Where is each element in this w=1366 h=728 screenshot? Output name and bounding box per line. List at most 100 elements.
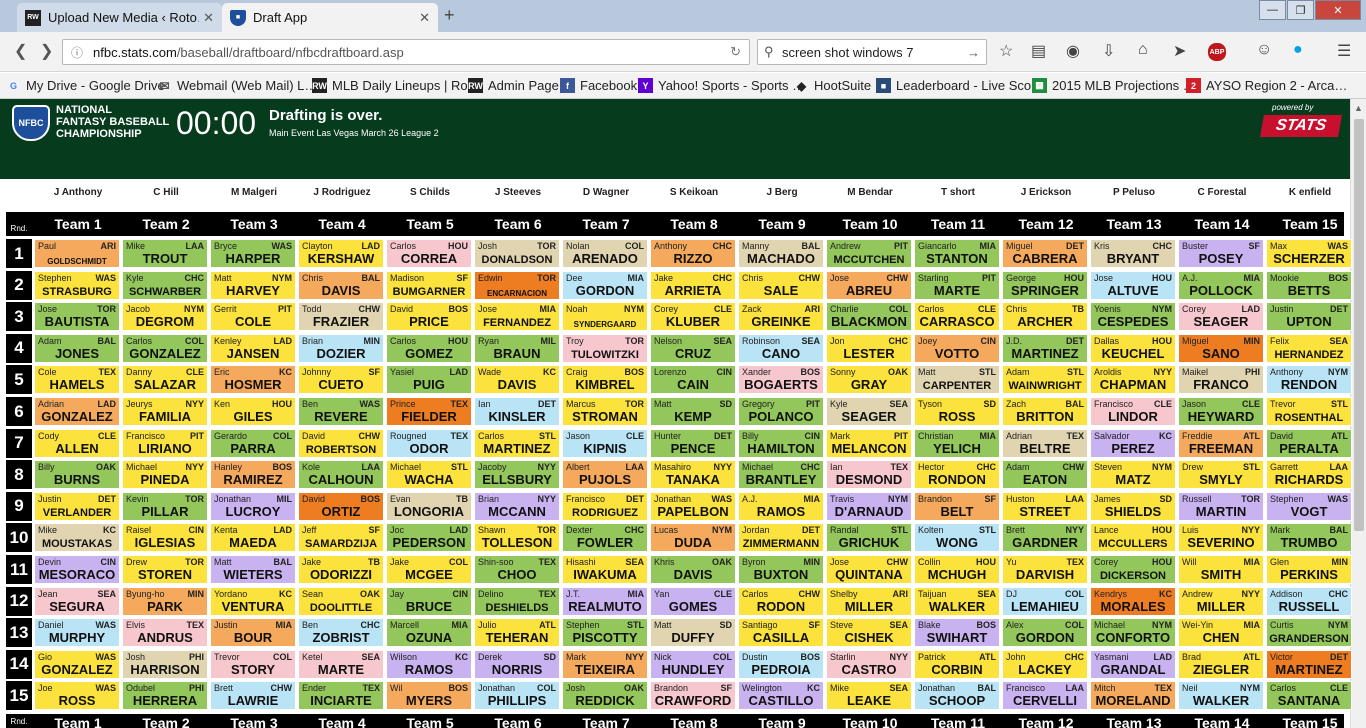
bookmark-mlb-lineups[interactable]: RW MLB Daily Lineups | Ro… (312, 78, 481, 93)
draft-pick-cell[interactable]: Zack ARI GREINKE (738, 302, 824, 332)
draft-pick-cell[interactable]: Michael CHC BRANTLEY (738, 460, 824, 490)
draft-pick-cell[interactable]: A.J. MIA POLLOCK (1178, 270, 1264, 300)
draft-pick-cell[interactable]: Rougned TEX ODOR (386, 428, 472, 458)
draft-pick-cell[interactable]: Neil NYM WALKER (1178, 681, 1264, 711)
draft-pick-cell[interactable]: Odubel PHI HERRERA (122, 681, 208, 711)
draft-pick-cell[interactable]: Ryan MIL BRAUN (474, 333, 560, 363)
draft-pick-cell[interactable]: Carlos CHW RODON (738, 586, 824, 616)
draft-pick-cell[interactable]: Mitch TEX MORELAND (1090, 681, 1176, 711)
draft-pick-cell[interactable]: Wade KC DAVIS (474, 365, 560, 395)
draft-pick-cell[interactable]: Sean OAK DOOLITTLE (298, 586, 384, 616)
draft-pick-cell[interactable]: Brandon SF CRAWFORD (650, 681, 736, 711)
team-header[interactable]: Team 5 (386, 212, 474, 236)
draft-pick-cell[interactable]: Brett NYY GARDNER (1002, 523, 1088, 553)
draft-pick-cell[interactable]: Curtis NYM GRANDERSON (1266, 618, 1352, 648)
draft-pick-cell[interactable]: Mark BAL TRUMBO (1266, 523, 1352, 553)
draft-pick-cell[interactable]: Hunter DET PENCE (650, 428, 736, 458)
draft-pick-cell[interactable]: Clayton LAD KERSHAW (298, 239, 384, 268)
draft-pick-cell[interactable]: Eric KC HOSMER (210, 365, 296, 395)
team-header[interactable]: Team 4 (298, 714, 386, 728)
draft-pick-cell[interactable]: David CHW ROBERTSON (298, 428, 384, 458)
draft-pick-cell[interactable]: Justin MIA BOUR (210, 618, 296, 648)
team-header[interactable]: Team 10 (826, 212, 914, 236)
draft-pick-cell[interactable]: Corey HOU DICKERSON (1090, 555, 1176, 584)
draft-pick-cell[interactable]: Craig BOS KIMBREL (562, 365, 648, 395)
team-header[interactable]: Team 6 (474, 714, 562, 728)
draft-pick-cell[interactable]: Francisco LAA CERVELLI (1002, 681, 1088, 711)
draft-pick-cell[interactable]: Brian MIN DOZIER (298, 333, 384, 363)
draft-pick-cell[interactable]: Wil BOS MYERS (386, 681, 472, 711)
bookmark-mlb-projections[interactable]: ▦ 2015 MLB Projections … (1032, 78, 1196, 93)
draft-pick-cell[interactable]: Jacob NYM DEGROM (122, 302, 208, 332)
draft-pick-cell[interactable]: Adrian TEX BELTRE (1002, 428, 1088, 458)
draft-pick-cell[interactable]: Sonny OAK GRAY (826, 365, 912, 395)
close-icon[interactable]: ✕ (203, 10, 214, 26)
draft-pick-cell[interactable]: Francisco CLE LINDOR (1090, 397, 1176, 426)
draft-pick-cell[interactable]: Adam STL WAINWRIGHT (1002, 365, 1088, 395)
draft-pick-cell[interactable]: Wei-Yin MIA CHEN (1178, 618, 1264, 648)
draft-pick-cell[interactable]: Jose CHW ABREU (826, 270, 912, 300)
draft-pick-cell[interactable]: Garrett LAA RICHARDS (1266, 460, 1352, 490)
draft-pick-cell[interactable]: Adrian LAD GONZALEZ (34, 397, 120, 426)
draft-pick-cell[interactable]: Kenley LAD JANSEN (210, 333, 296, 363)
team-header[interactable]: Team 14 (1178, 212, 1266, 236)
pocket-icon[interactable]: ◉ (1066, 41, 1080, 61)
team-header[interactable]: Team 15 (1266, 714, 1344, 728)
draft-pick-cell[interactable]: Matt SD KEMP (650, 397, 736, 426)
team-header[interactable]: Team 4 (298, 212, 386, 236)
draft-pick-cell[interactable]: Andrew NYY MILLER (1178, 586, 1264, 616)
draft-pick-cell[interactable]: Victor DET MARTINEZ (1266, 649, 1352, 679)
draft-pick-cell[interactable]: Ken HOU GILES (210, 397, 296, 426)
draft-pick-cell[interactable]: Jordan DET ZIMMERMANN (738, 523, 824, 553)
draft-pick-cell[interactable]: Luis NYY SEVERINO (1178, 523, 1264, 553)
draft-pick-cell[interactable]: Kevin TOR PILLAR (122, 491, 208, 521)
draft-pick-cell[interactable]: Brian NYY MCCANN (474, 491, 560, 521)
draft-pick-cell[interactable]: Anthony CHC RIZZO (650, 239, 736, 268)
draft-pick-cell[interactable]: Prince TEX FIELDER (386, 397, 472, 426)
draft-pick-cell[interactable]: David BOS PRICE (386, 302, 472, 332)
draft-pick-cell[interactable]: Mookie BOS BETTS (1266, 270, 1352, 300)
draft-pick-cell[interactable]: Mark PIT MELANCON (826, 428, 912, 458)
draft-pick-cell[interactable]: Ben CHC ZOBRIST (298, 618, 384, 648)
draft-pick-cell[interactable]: Miguel DET CABRERA (1002, 239, 1088, 268)
restore-button[interactable]: ❐ (1287, 0, 1314, 20)
draft-pick-cell[interactable]: J.D. DET MARTINEZ (1002, 333, 1088, 363)
send-icon[interactable]: ➤ (1173, 41, 1186, 61)
team-header[interactable]: Team 13 (1090, 714, 1178, 728)
draft-pick-cell[interactable]: Aroldis NYY CHAPMAN (1090, 365, 1176, 395)
draft-pick-cell[interactable]: Drew TOR STOREN (122, 555, 208, 584)
draft-pick-cell[interactable]: Brandon SF BELT (914, 491, 1000, 521)
draft-pick-cell[interactable]: Xander BOS BOGAERTS (738, 365, 824, 395)
nfbc-logo[interactable]: NFBC (12, 105, 50, 141)
draft-pick-cell[interactable]: Mike LAA TROUT (122, 239, 208, 268)
team-header[interactable]: Team 10 (826, 714, 914, 728)
draft-pick-cell[interactable]: Chris BAL DAVIS (298, 270, 384, 300)
draft-pick-cell[interactable]: Yan CLE GOMES (650, 586, 736, 616)
home-icon[interactable]: ⌂ (1138, 41, 1148, 59)
draft-pick-cell[interactable]: Jason CLE KIPNIS (562, 428, 648, 458)
team-header[interactable]: Team 2 (122, 212, 210, 236)
draft-pick-cell[interactable]: Robinson SEA CANO (738, 333, 824, 363)
draft-pick-cell[interactable]: Daniel WAS MURPHY (34, 618, 120, 648)
skype-icon[interactable]: ● (1293, 41, 1303, 59)
draft-pick-cell[interactable]: Mike SEA LEAKE (826, 681, 912, 711)
draft-pick-cell[interactable]: Matt NYM HARVEY (210, 270, 296, 300)
draft-pick-cell[interactable]: Mike KC MOUSTAKAS (34, 523, 120, 553)
draft-pick-cell[interactable]: Bryce WAS HARPER (210, 239, 296, 268)
draft-pick-cell[interactable]: Khris OAK DAVIS (650, 555, 736, 584)
draft-pick-cell[interactable]: Patrick ATL CORBIN (914, 649, 1000, 679)
draft-pick-cell[interactable]: Gerrit PIT COLE (210, 302, 296, 332)
draft-pick-cell[interactable]: Steven NYM MATZ (1090, 460, 1176, 490)
draft-pick-cell[interactable]: Todd CHW FRAZIER (298, 302, 384, 332)
draft-pick-cell[interactable]: Marcus TOR STROMAN (562, 397, 648, 426)
draft-pick-cell[interactable]: Lance HOU MCCULLERS (1090, 523, 1176, 553)
team-header[interactable]: Team 11 (914, 714, 1002, 728)
draft-pick-cell[interactable]: Ben WAS REVERE (298, 397, 384, 426)
draft-pick-cell[interactable]: Taijuan SEA WALKER (914, 586, 1000, 616)
team-header[interactable]: Team 14 (1178, 714, 1266, 728)
draft-pick-cell[interactable]: Dexter CHC FOWLER (562, 523, 648, 553)
draft-pick-cell[interactable]: Jose HOU ALTUVE (1090, 270, 1176, 300)
team-header[interactable]: Team 9 (738, 212, 826, 236)
draft-pick-cell[interactable]: Jose MIA FERNANDEZ (474, 302, 560, 332)
draft-pick-cell[interactable]: Ender TEX INCIARTE (298, 681, 384, 711)
